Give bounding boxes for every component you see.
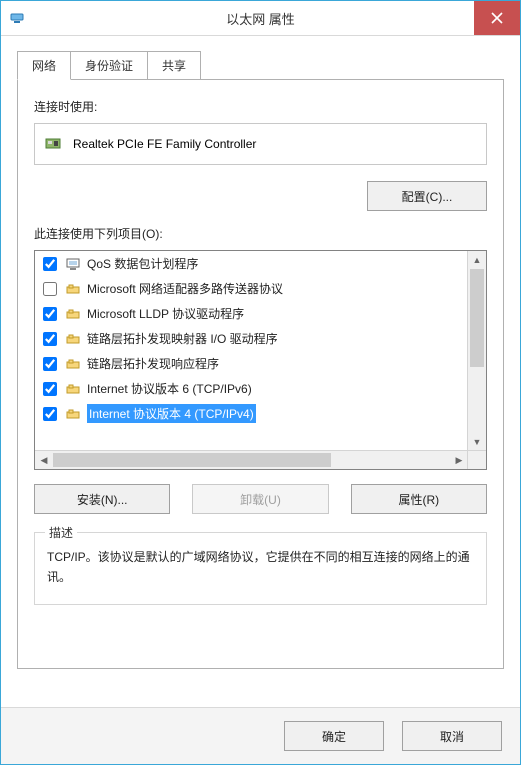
list-item[interactable]: QoS 数据包计划程序 xyxy=(35,251,468,276)
scroll-up-icon[interactable]: ▲ xyxy=(468,251,486,269)
dialog-footer: 确定 取消 xyxy=(1,707,520,764)
adapter-display: Realtek PCIe FE Family Controller xyxy=(34,123,487,165)
scroll-left-icon[interactable]: ◀ xyxy=(35,451,53,469)
install-button[interactable]: 安装(N)... xyxy=(34,484,170,514)
vertical-scrollbar[interactable]: ▲ ▼ xyxy=(467,251,486,451)
items-label: 此连接使用下列项目(O): xyxy=(34,225,487,242)
protocol-icon xyxy=(65,381,81,397)
description-text: TCP/IP。该协议是默认的广域网络协议，它提供在不同的相互连接的网络上的通讯。 xyxy=(47,547,474,588)
cancel-button[interactable]: 取消 xyxy=(402,721,502,751)
horizontal-scrollbar[interactable]: ◀ ▶ xyxy=(35,450,468,469)
list-item[interactable]: Microsoft 网络适配器多路传送器协议 xyxy=(35,276,468,301)
item-label: QoS 数据包计划程序 xyxy=(87,255,198,272)
protocol-icon xyxy=(65,331,81,347)
description-groupbox: 描述 TCP/IP。该协议是默认的广域网络协议，它提供在不同的相互连接的网络上的… xyxy=(34,532,487,605)
scroll-corner xyxy=(467,450,486,469)
tab-panel-network: 连接时使用: Realtek PCIe FE Family Controller… xyxy=(17,79,504,669)
list-item[interactable]: 链路层拓扑发现响应程序 xyxy=(35,351,468,376)
item-label: 链路层拓扑发现映射器 I/O 驱动程序 xyxy=(87,330,278,347)
service-icon xyxy=(65,256,81,272)
scroll-down-icon[interactable]: ▼ xyxy=(468,433,486,451)
configure-button[interactable]: 配置(C)... xyxy=(367,181,487,211)
protocol-icon xyxy=(65,406,81,422)
item-checkbox[interactable] xyxy=(43,357,57,371)
item-checkbox[interactable] xyxy=(43,407,57,421)
uninstall-button: 卸载(U) xyxy=(192,484,328,514)
scroll-right-icon[interactable]: ▶ xyxy=(450,451,468,469)
vertical-scroll-thumb[interactable] xyxy=(470,269,484,367)
item-label: Microsoft 网络适配器多路传送器协议 xyxy=(87,280,283,297)
list-item[interactable]: Internet 协议版本 6 (TCP/IPv6) xyxy=(35,376,468,401)
tab-sharing[interactable]: 共享 xyxy=(147,51,201,80)
protocol-icon xyxy=(65,281,81,297)
item-checkbox[interactable] xyxy=(43,332,57,346)
window-title: 以太网 属性 xyxy=(1,9,520,28)
tab-strip: 网络 身份验证 共享 xyxy=(17,50,504,79)
ok-button[interactable]: 确定 xyxy=(284,721,384,751)
item-label: Internet 协议版本 4 (TCP/IPv4) xyxy=(87,404,256,423)
item-label: 链路层拓扑发现响应程序 xyxy=(87,355,219,372)
description-legend: 描述 xyxy=(45,524,77,541)
horizontal-scroll-thumb[interactable] xyxy=(53,453,331,467)
protocol-icon xyxy=(65,306,81,322)
network-icon xyxy=(9,10,25,26)
item-label: Microsoft LLDP 协议驱动程序 xyxy=(87,305,244,322)
tab-network[interactable]: 网络 xyxy=(17,51,71,80)
ethernet-properties-dialog: 以太网 属性 网络 身份验证 共享 连接时使用: Realtek PCIe F xyxy=(0,0,521,765)
network-items-listbox[interactable]: QoS 数据包计划程序 Microsoft 网络适配器多路传送器协议 Microso… xyxy=(34,250,487,470)
properties-button[interactable]: 属性(R) xyxy=(351,484,487,514)
connect-using-label: 连接时使用: xyxy=(34,98,487,115)
titlebar: 以太网 属性 xyxy=(1,1,520,36)
nic-icon xyxy=(45,136,63,152)
list-item[interactable]: Microsoft LLDP 协议驱动程序 xyxy=(35,301,468,326)
item-checkbox[interactable] xyxy=(43,382,57,396)
adapter-name: Realtek PCIe FE Family Controller xyxy=(73,137,256,151)
item-checkbox[interactable] xyxy=(43,307,57,321)
item-checkbox[interactable] xyxy=(43,282,57,296)
close-button[interactable] xyxy=(474,1,520,35)
tab-authentication[interactable]: 身份验证 xyxy=(70,51,148,80)
protocol-icon xyxy=(65,356,81,372)
dialog-body: 网络 身份验证 共享 连接时使用: Realtek PCIe FE Family… xyxy=(1,36,520,707)
list-item[interactable]: Internet 协议版本 4 (TCP/IPv4) xyxy=(35,401,468,426)
item-checkbox[interactable] xyxy=(43,257,57,271)
list-item[interactable]: 链路层拓扑发现映射器 I/O 驱动程序 xyxy=(35,326,468,351)
item-label: Internet 协议版本 6 (TCP/IPv6) xyxy=(87,380,252,397)
